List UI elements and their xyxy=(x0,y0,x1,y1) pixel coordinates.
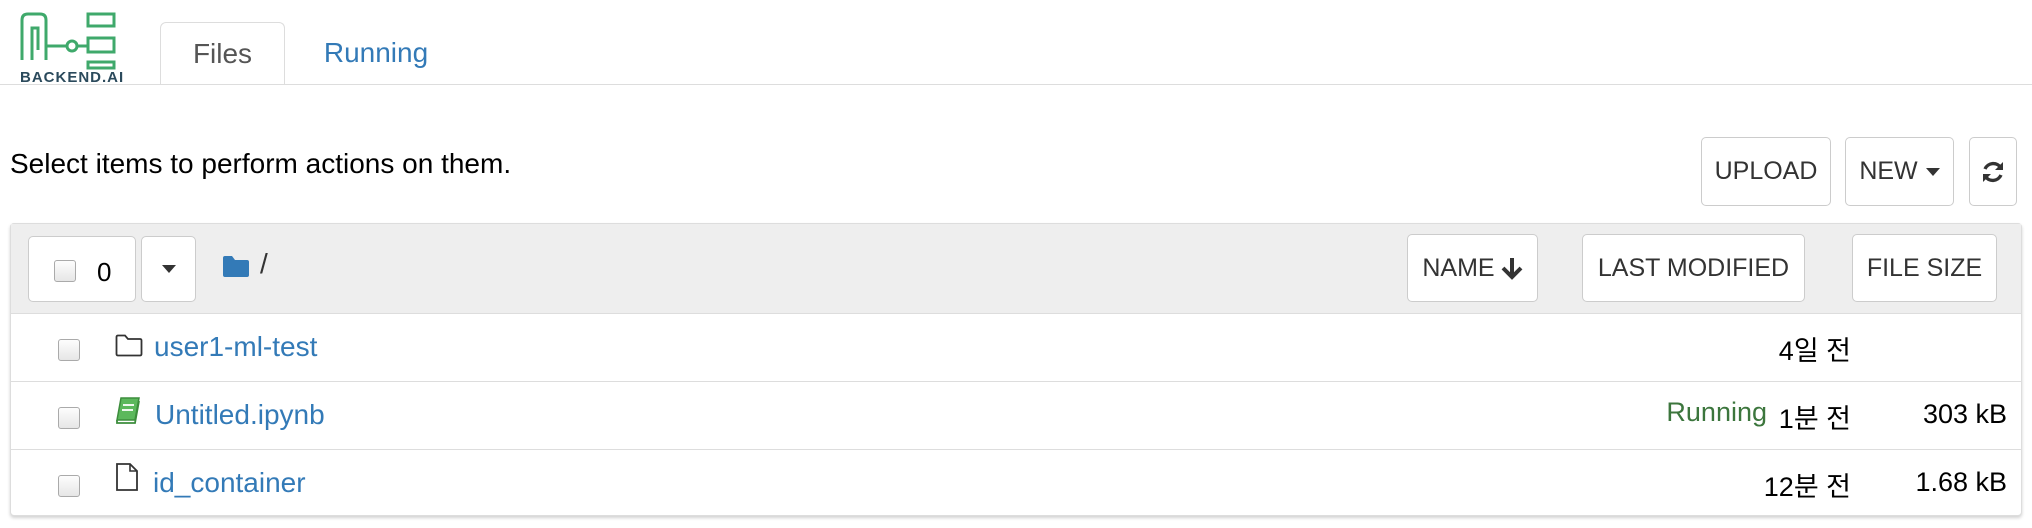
upload-label: UPLOAD xyxy=(1714,157,1818,185)
selection-hint: Select items to perform actions on them. xyxy=(10,148,512,179)
list-item[interactable]: user1-ml-test 4일 전 xyxy=(11,314,2021,382)
item-size: 1.68 kB xyxy=(1915,467,2007,497)
refresh-button[interactable] xyxy=(1969,137,2017,206)
item-name-link[interactable]: id_container xyxy=(153,467,306,499)
last-modified-label: LAST MODIFIED xyxy=(1597,253,1790,282)
item-modified: 1분 전 xyxy=(1778,404,1851,434)
select-all-button[interactable]: 0 xyxy=(28,236,136,302)
item-checkbox[interactable] xyxy=(58,475,80,497)
list-item[interactable]: id_container 12분 전 1.68 kB xyxy=(11,450,2021,518)
tab-files[interactable]: Files xyxy=(160,22,285,85)
new-button[interactable]: NEW xyxy=(1845,137,1954,206)
item-running-status: Running xyxy=(1666,397,1767,427)
item-modified: 12분 전 xyxy=(1763,472,1851,502)
selected-count: 0 xyxy=(97,257,112,287)
item-checkbox[interactable] xyxy=(58,339,80,361)
refresh-icon xyxy=(1983,161,2003,182)
tab-running[interactable]: Running xyxy=(286,22,466,85)
new-label: NEW xyxy=(1859,157,1918,185)
selection-menu-button[interactable] xyxy=(141,236,196,302)
caret-down-icon xyxy=(1925,167,1940,176)
item-name-link[interactable]: Untitled.ipynb xyxy=(155,399,325,431)
item-size: 303 kB xyxy=(1922,399,2007,429)
item-modified: 4일 전 xyxy=(1778,336,1851,366)
folder-outline-icon xyxy=(115,334,143,357)
list-item[interactable]: Untitled.ipynb Running 1분 전 303 kB xyxy=(11,382,2021,450)
file-icon xyxy=(116,463,138,491)
sort-last-modified-button[interactable]: LAST MODIFIED xyxy=(1582,234,1805,302)
sort-file-size-button[interactable]: FILE SIZE xyxy=(1852,234,1997,302)
sort-name-label: NAME xyxy=(1422,253,1495,282)
upload-button[interactable]: UPLOAD xyxy=(1701,137,1831,206)
file-size-label: FILE SIZE xyxy=(1866,253,1983,282)
caret-down-icon xyxy=(161,265,176,273)
item-name-link[interactable]: user1-ml-test xyxy=(154,331,317,363)
logo-text: BACKEND.AI xyxy=(20,69,124,84)
notebook-icon xyxy=(116,397,140,424)
sort-name-button[interactable]: NAME xyxy=(1407,234,1538,302)
folder-icon[interactable] xyxy=(222,254,250,278)
arrow-down-icon xyxy=(1501,258,1523,280)
backend-ai-logo: BACKEND.AI xyxy=(18,10,126,86)
file-list-header: 0 / NAME LAST MODIFIED FILE SIZE xyxy=(11,224,2021,314)
breadcrumb-root[interactable]: / xyxy=(260,248,268,280)
file-list: 0 / NAME LAST MODIFIED FILE SIZE user1-m… xyxy=(10,223,2022,516)
select-all-checkbox[interactable] xyxy=(54,260,76,282)
item-checkbox[interactable] xyxy=(58,407,80,429)
tabs-divider xyxy=(0,84,2032,85)
